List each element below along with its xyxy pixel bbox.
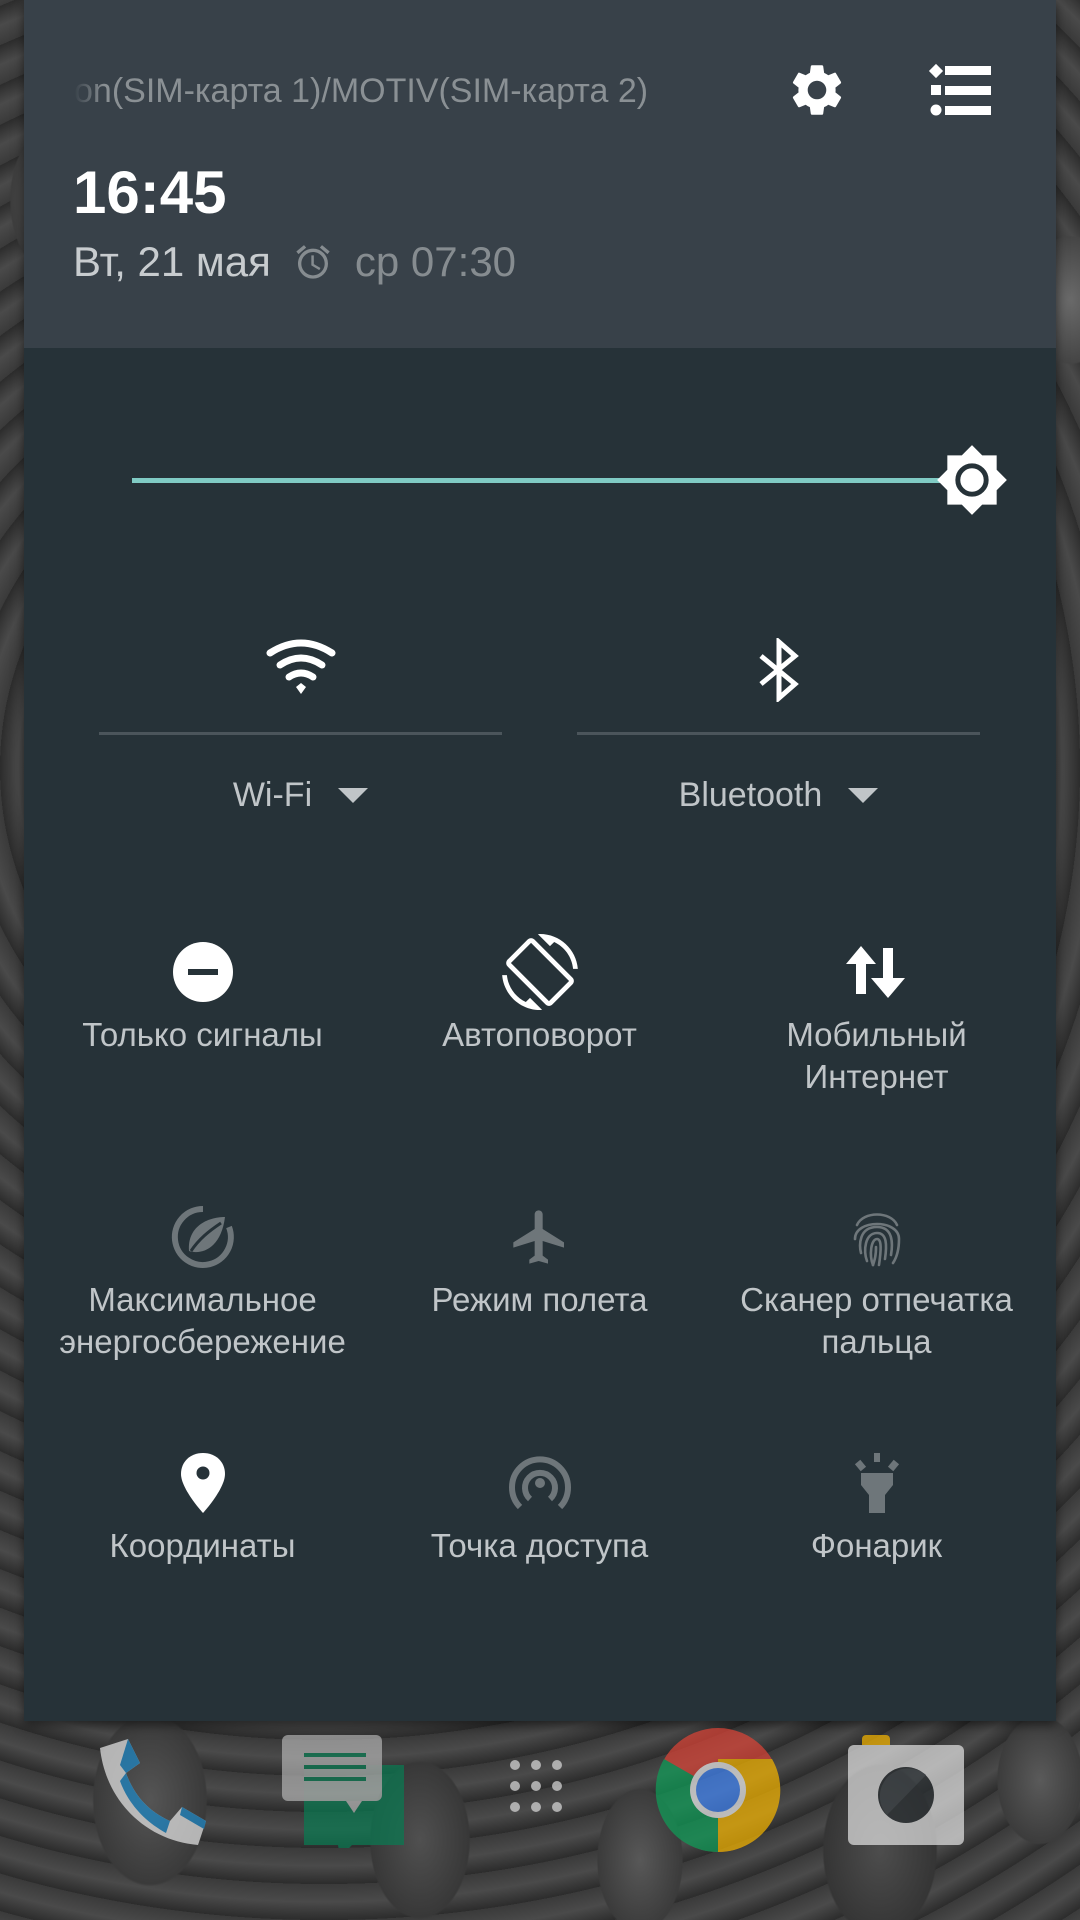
tile-do-not-disturb[interactable]: Только сигналы	[34, 932, 371, 1172]
power-saver-icon	[171, 1205, 234, 1268]
wifi-icon	[266, 639, 335, 694]
bluetooth-divider	[577, 732, 980, 735]
tile-label: Фонарик	[810, 1527, 943, 1564]
tile-hotspot[interactable]: Точка доступа	[371, 1443, 708, 1683]
date-label[interactable]: Вт, 21 мая	[73, 232, 271, 292]
quick-settings-panel: on(SIM-карта 1)/MOTIV(SIM-карта 2) 16:45…	[24, 0, 1056, 1721]
chrome-icon	[655, 1728, 781, 1853]
notification-header: on(SIM-карта 1)/MOTIV(SIM-карта 2) 16:45…	[24, 0, 1056, 348]
edit-tiles-button[interactable]	[920, 50, 1000, 130]
tile-fingerprint[interactable]: Сканер отпечатка пальца	[708, 1197, 1045, 1437]
brightness-thumb[interactable]	[932, 440, 1012, 520]
carrier-label: on(SIM-карта 1)/MOTIV(SIM-карта 2)	[74, 72, 649, 110]
bluetooth-label: Bluetooth	[678, 775, 823, 814]
gear-icon	[792, 65, 842, 115]
tile-mobile-data[interactable]: Мобильный Интернет	[708, 932, 1045, 1172]
next-alarm-label[interactable]: ср 07:30	[355, 232, 516, 292]
bluetooth-dropdown[interactable]: Bluetooth	[577, 770, 980, 820]
tile-label: Максимальное энергосбережение	[59, 1281, 346, 1360]
dock-messages[interactable]	[280, 1733, 410, 1848]
wifi-label: Wi-Fi	[232, 775, 313, 814]
dock-phone[interactable]	[88, 1733, 208, 1848]
wifi-divider	[99, 732, 502, 735]
location-icon	[180, 1453, 225, 1513]
brightness-track[interactable]	[132, 478, 972, 483]
bluetooth-icon	[758, 638, 799, 702]
tile-label: Только сигналы	[82, 1016, 323, 1053]
tile-power-saver[interactable]: Максимальное энергосбережение	[34, 1197, 371, 1437]
dock-chrome[interactable]	[654, 1726, 782, 1854]
tile-flashlight[interactable]: Фонарик	[708, 1443, 1045, 1683]
flashlight-icon	[854, 1453, 899, 1513]
wifi-dropdown[interactable]: Wi-Fi	[99, 770, 502, 820]
messages-icon	[282, 1735, 404, 1848]
airplane-icon	[512, 1210, 564, 1264]
chevron-down-icon	[848, 787, 879, 803]
tile-location[interactable]: Координаты	[34, 1443, 371, 1683]
fingerprint-icon	[853, 1213, 900, 1267]
tile-label: Координаты	[109, 1527, 296, 1564]
bluetooth-toggle[interactable]: Bluetooth	[577, 610, 980, 840]
camera-icon	[848, 1735, 964, 1845]
chevron-down-icon	[338, 787, 369, 803]
tile-airplane-mode[interactable]: Режим полета	[371, 1197, 708, 1437]
brightness-icon	[937, 445, 1007, 515]
wifi-toggle[interactable]: Wi-Fi	[99, 610, 502, 840]
alarm-clock-icon	[293, 242, 333, 282]
tile-label: Точка доступа	[430, 1527, 649, 1564]
list-icon	[928, 63, 991, 116]
tile-auto-rotate[interactable]: Автоповорот	[371, 932, 708, 1172]
phone-icon	[100, 1739, 206, 1845]
clock[interactable]: 16:45	[73, 158, 226, 228]
auto-rotate-icon	[501, 934, 578, 1010]
app-drawer-icon	[510, 1760, 562, 1812]
hotspot-icon	[508, 1456, 571, 1510]
tile-label: Режим полета	[431, 1281, 648, 1318]
date-alarm-row: Вт, 21 мая ср 07:30	[73, 232, 516, 292]
dock-app-drawer[interactable]	[505, 1755, 567, 1817]
brightness-slider[interactable]	[132, 440, 1012, 520]
tile-label: Автоповорот	[442, 1016, 637, 1053]
settings-button[interactable]	[777, 50, 857, 130]
do-not-disturb-icon	[172, 942, 233, 1002]
dock-camera[interactable]	[846, 1733, 966, 1848]
tile-label: Сканер отпечатка пальца	[740, 1281, 1013, 1360]
tile-label: Мобильный Интернет	[786, 1016, 967, 1095]
mobile-data-icon	[845, 946, 905, 998]
